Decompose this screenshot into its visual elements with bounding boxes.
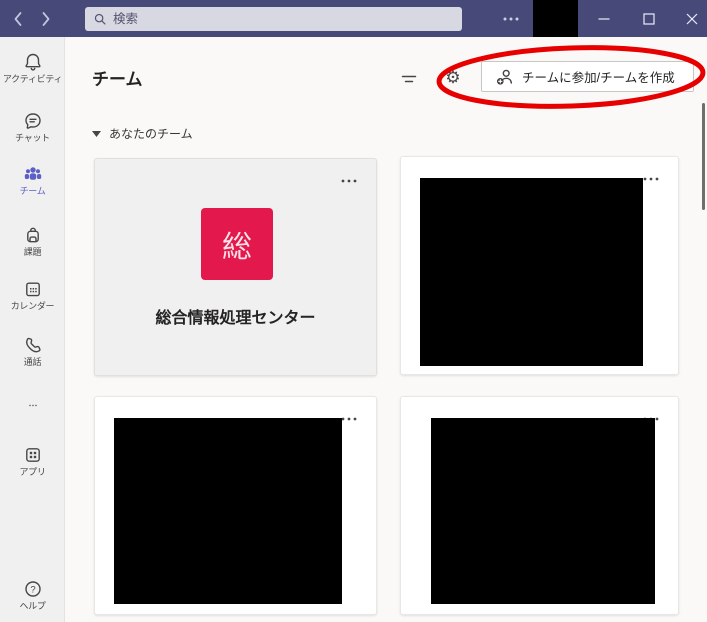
- sidebar-item-label: チーム: [19, 186, 46, 196]
- ellipsis-icon: [341, 417, 357, 421]
- ellipsis-icon: [503, 17, 519, 21]
- redaction-box: [431, 418, 655, 604]
- join-button-label: チームに参加/チームを作成: [522, 71, 675, 85]
- chat-icon: [24, 113, 41, 129]
- maximize-button[interactable]: [632, 0, 666, 37]
- sidebar-item-calls[interactable]: 通話: [0, 335, 65, 368]
- team-avatar-letter: 総: [222, 231, 252, 264]
- sidebar-item-help[interactable]: ? ヘルプ: [0, 579, 65, 612]
- sidebar-item-assignments[interactable]: 課題: [0, 225, 65, 258]
- team-card[interactable]: [400, 396, 679, 615]
- card-more-button[interactable]: [340, 409, 360, 421]
- join-or-create-team-button[interactable]: チームに参加/チームを作成: [481, 61, 694, 92]
- app-rail: アクティビティ チャット チーム 課題 カレンダー 通話 アプリ ? ヘルプ: [0, 37, 65, 622]
- sidebar-item-activity[interactable]: アクティビティ: [0, 52, 65, 85]
- sidebar-item-teams[interactable]: チーム: [0, 164, 65, 197]
- maximize-icon: [643, 12, 655, 25]
- section-label: あなたのチーム: [109, 127, 193, 141]
- sidebar-item-label: アプリ: [19, 467, 46, 477]
- minimize-button[interactable]: [587, 0, 621, 37]
- search-box[interactable]: [85, 7, 462, 31]
- titlebar-more-button[interactable]: [498, 8, 524, 30]
- teams-people-icon: [24, 167, 41, 180]
- sidebar-item-label: アクティビティ: [2, 74, 63, 84]
- team-card[interactable]: [94, 396, 377, 615]
- filter-icon: [401, 75, 417, 83]
- minimize-icon: [598, 17, 610, 20]
- apps-grid-icon: [25, 448, 40, 462]
- collapse-triangle-icon: [92, 130, 101, 137]
- teams-app-window: アクティビティ チャット チーム 課題 カレンダー 通話 アプリ: [0, 0, 707, 622]
- backpack-icon: [26, 227, 39, 243]
- ellipsis-icon: [28, 404, 37, 407]
- calendar-icon: [25, 282, 40, 297]
- search-icon: [94, 13, 106, 25]
- chevron-left-icon: [14, 12, 22, 26]
- chevron-right-icon: [42, 12, 50, 26]
- sidebar-item-label: チャット: [15, 133, 50, 143]
- sidebar-more-button[interactable]: [0, 403, 65, 415]
- title-bar: [0, 0, 707, 37]
- ellipsis-icon: [643, 177, 659, 181]
- close-button[interactable]: [676, 0, 707, 37]
- card-more-button[interactable]: [340, 171, 360, 183]
- sidebar-item-label: ヘルプ: [19, 601, 46, 611]
- filter-button[interactable]: [395, 67, 423, 91]
- team-name: 総合情報処理センター: [155, 310, 316, 327]
- forward-button[interactable]: [34, 8, 58, 30]
- redaction-box: [420, 178, 643, 366]
- sidebar-item-label: カレンダー: [10, 301, 55, 311]
- gear-icon: ⚙: [445, 68, 461, 87]
- close-icon: [686, 13, 697, 24]
- sidebar-item-apps[interactable]: アプリ: [0, 445, 65, 478]
- sidebar-item-chat[interactable]: チャット: [0, 111, 65, 144]
- search-input[interactable]: [113, 12, 433, 26]
- page-title: チーム: [92, 70, 143, 89]
- card-more-button[interactable]: [642, 169, 662, 181]
- person-add-icon: [497, 69, 512, 85]
- sidebar-item-label: 課題: [23, 247, 42, 257]
- team-card[interactable]: [400, 156, 679, 375]
- team-avatar: 総: [201, 208, 273, 280]
- help-question-icon: ?: [24, 581, 41, 597]
- svg-text:?: ?: [30, 584, 35, 595]
- your-teams-section-toggle[interactable]: あなたのチーム: [92, 125, 193, 142]
- redaction-box: [114, 418, 342, 604]
- back-button[interactable]: [6, 8, 30, 30]
- phone-icon: [25, 337, 41, 353]
- sidebar-item-label: 通話: [23, 357, 42, 367]
- bell-icon: [24, 53, 41, 71]
- ellipsis-icon: [341, 179, 357, 183]
- main-content: チーム ⚙ チームに参加/チームを作成 あなたのチーム 総 総合情報処理センター: [65, 37, 707, 622]
- vertical-scrollbar-thumb[interactable]: [702, 103, 705, 210]
- team-card[interactable]: 総 総合情報処理センター: [94, 158, 377, 376]
- user-avatar-redacted[interactable]: [533, 0, 578, 37]
- sidebar-item-calendar[interactable]: カレンダー: [0, 279, 65, 312]
- settings-button[interactable]: ⚙: [439, 64, 467, 92]
